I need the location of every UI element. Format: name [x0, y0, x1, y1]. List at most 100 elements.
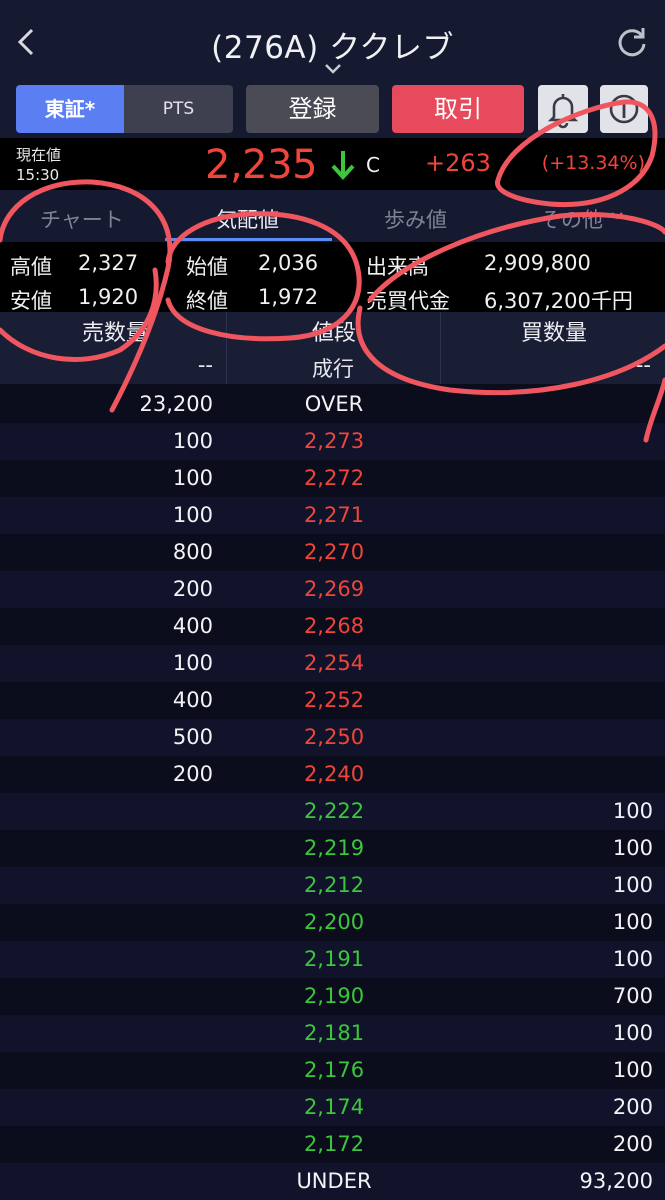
price-level: 2,269: [303, 577, 365, 601]
current-price-bar: 現在値 15:30 2,235 C +263 (+13.34%): [0, 138, 665, 190]
price-level: UNDER: [296, 1169, 372, 1193]
order-book-row[interactable]: 2,174 200: [0, 1089, 665, 1126]
order-book-row[interactable]: 2,181 100: [0, 1015, 665, 1052]
order-book-header: 売数量 値段 買数量: [0, 312, 665, 349]
bid-quantity: 100: [612, 1058, 653, 1082]
order-book: 23,200 OVER 100 2,273 100 2,272 100 2,271 800 2,2…: [0, 386, 665, 1200]
order-book-row[interactable]: 100 2,272: [0, 460, 665, 497]
price-level: 2,191: [303, 947, 365, 971]
market-tse-button[interactable]: 東証*: [16, 85, 124, 133]
order-book-row[interactable]: 2,212 100: [0, 867, 665, 904]
price-level: 2,212: [303, 873, 365, 897]
ask-quantity: 200: [172, 577, 213, 601]
ask-quantity: 400: [172, 614, 213, 638]
price-level: 2,219: [303, 836, 365, 860]
tab-other[interactable]: その他: [540, 204, 603, 234]
order-book-row[interactable]: 500 2,250: [0, 719, 665, 756]
price-level: 2,172: [303, 1132, 365, 1156]
ask-quantity: 400: [172, 688, 213, 712]
price-change: +263: [425, 149, 491, 177]
tab-chart[interactable]: チャート: [40, 204, 124, 234]
price-level: 2,272: [303, 466, 365, 490]
order-book-row[interactable]: UNDER 93,200: [0, 1163, 665, 1200]
order-book-row[interactable]: 23,200 OVER: [0, 386, 665, 423]
trade-button[interactable]: 取引: [392, 85, 524, 133]
order-book-row[interactable]: 200 2,269: [0, 571, 665, 608]
order-book-row[interactable]: 400 2,252: [0, 682, 665, 719]
market-segment-control: 東証* PTS: [16, 85, 233, 133]
order-book-row[interactable]: 100 2,271: [0, 497, 665, 534]
stat-turnover-value: 6,307,200千円: [484, 289, 633, 313]
register-button[interactable]: 登録: [246, 85, 379, 133]
bid-quantity: 100: [612, 1021, 653, 1045]
column-divider: [226, 349, 227, 384]
price-change-percent: (+13.34%): [541, 152, 645, 174]
price-level: 2,270: [303, 540, 365, 564]
stat-close-label: 終値: [186, 289, 228, 313]
column-divider: [440, 312, 441, 349]
order-book-row[interactable]: 2,200 100: [0, 904, 665, 941]
order-book-row[interactable]: 2,172 200: [0, 1126, 665, 1163]
order-book-row[interactable]: 100 2,254: [0, 645, 665, 682]
bid-quantity: 200: [612, 1095, 653, 1119]
order-book-row[interactable]: 800 2,270: [0, 534, 665, 571]
bell-icon: [547, 94, 579, 129]
stat-open-value: 2,036: [258, 251, 319, 275]
order-book-row[interactable]: 2,191 100: [0, 941, 665, 978]
price-level: OVER: [304, 392, 364, 416]
ask-quantity: 800: [172, 540, 213, 564]
bid-quantity: 100: [612, 910, 653, 934]
chevron-down-icon[interactable]: [322, 62, 344, 76]
current-price-label: 現在値: [16, 146, 62, 164]
price-level: 2,200: [303, 910, 365, 934]
stats-panel: 高値 2,327 安値 1,920 始値 2,036 終値 1,972 出来高 …: [0, 242, 665, 313]
order-book-row[interactable]: 2,222 100: [0, 793, 665, 830]
order-book-row[interactable]: 2,190 700: [0, 978, 665, 1015]
order-book-row[interactable]: 100 2,273: [0, 423, 665, 460]
order-book-row[interactable]: 200 2,240: [0, 756, 665, 793]
tab-bar: チャート 気配値 歩み値 その他: [0, 190, 665, 242]
ask-quantity: 100: [172, 466, 213, 490]
market-order-bid: --: [635, 353, 651, 377]
price-flag: C: [366, 153, 380, 177]
price-level: 2,190: [303, 984, 365, 1008]
order-book-row[interactable]: 2,219 100: [0, 830, 665, 867]
info-icon: [609, 94, 639, 124]
order-book-row[interactable]: 2,176 100: [0, 1052, 665, 1089]
ask-quantity: 100: [172, 503, 213, 527]
price-level: 2,181: [303, 1021, 365, 1045]
bid-quantity: 100: [612, 836, 653, 860]
price-level: 2,254: [303, 651, 365, 675]
info-button[interactable]: [600, 85, 648, 133]
action-button-row: 東証* PTS 登録 取引: [0, 80, 665, 138]
ask-quantity: 200: [172, 762, 213, 786]
bid-qty-header: 買数量: [521, 321, 588, 346]
page-title[interactable]: (276A) ククレブ: [0, 22, 665, 67]
active-tab-indicator: [165, 238, 332, 241]
app-header: (276A) ククレブ: [0, 0, 665, 80]
column-divider: [440, 349, 441, 384]
bid-quantity: 700: [612, 984, 653, 1008]
stat-low-value: 1,920: [78, 285, 139, 309]
stat-volume-value: 2,909,800: [484, 251, 591, 275]
current-price-time: 15:30: [16, 166, 60, 184]
tab-time-and-sales[interactable]: 歩み値: [384, 204, 447, 234]
ask-quantity: 100: [172, 651, 213, 675]
refresh-icon[interactable]: [614, 24, 650, 60]
alert-button[interactable]: [538, 85, 588, 133]
stat-close-value: 1,972: [258, 285, 319, 309]
bid-quantity: 100: [612, 873, 653, 897]
market-order-ask: --: [197, 353, 213, 377]
bid-quantity: 100: [612, 799, 653, 823]
column-divider: [226, 312, 227, 349]
market-order-row[interactable]: -- 成行 --: [0, 349, 665, 384]
price-level: 2,222: [303, 799, 365, 823]
stock-quote-screen: (276A) ククレブ 東証* PTS 登録 取引 現在値 15:30 2,23…: [0, 0, 665, 1200]
bid-quantity: 93,200: [579, 1169, 653, 1193]
order-book-row[interactable]: 400 2,268: [0, 608, 665, 645]
market-order-price: 成行: [312, 357, 354, 381]
chevron-down-icon[interactable]: [610, 210, 624, 222]
tab-quote-board[interactable]: 気配値: [216, 204, 279, 234]
ask-quantity: 100: [172, 429, 213, 453]
market-pts-button[interactable]: PTS: [124, 85, 233, 133]
